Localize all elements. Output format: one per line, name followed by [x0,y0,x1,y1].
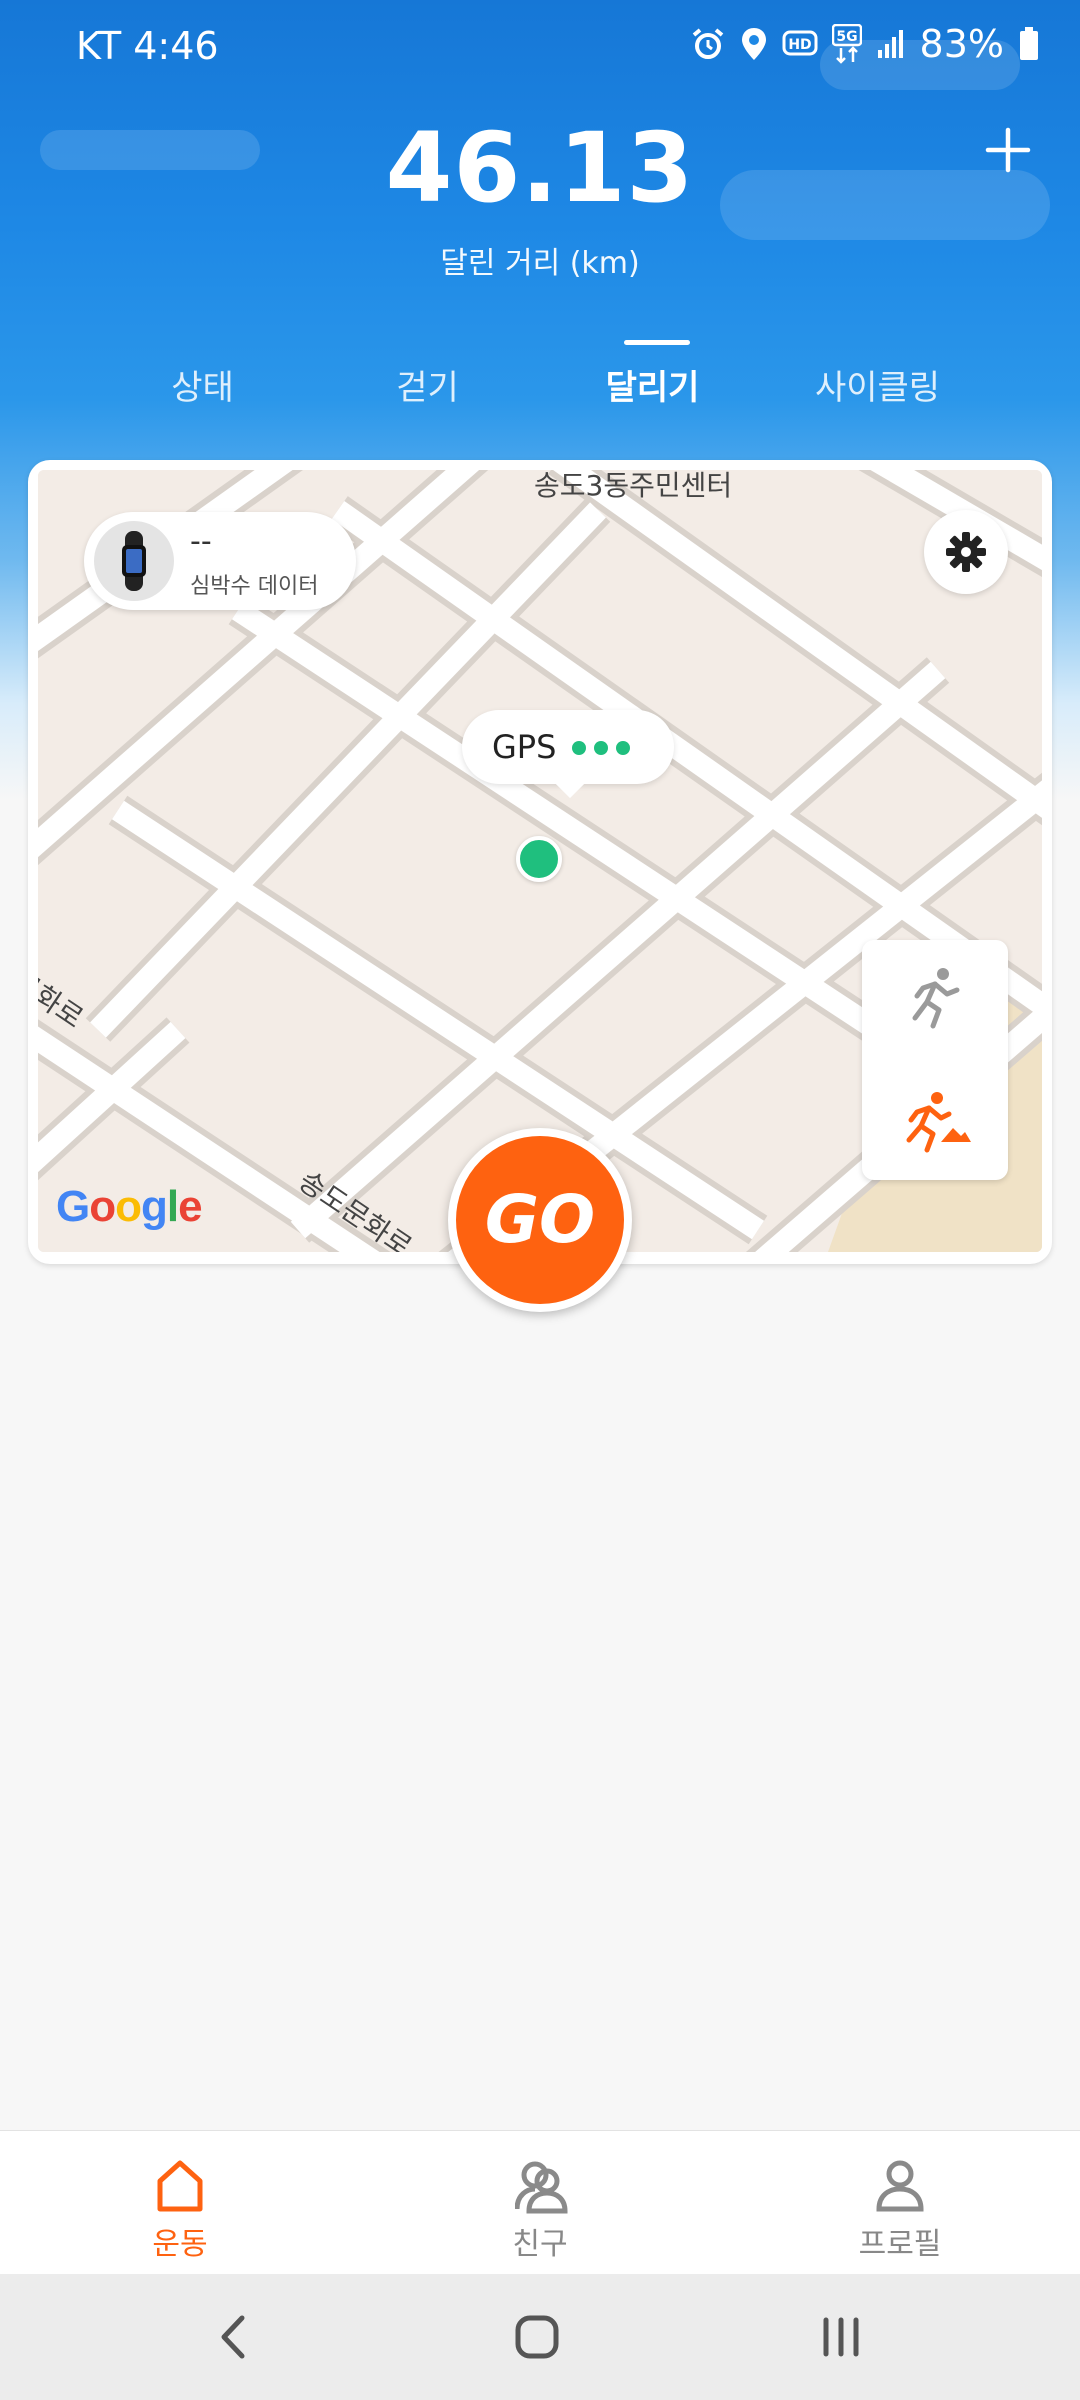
battery-icon [1020,27,1038,60]
gear-icon [946,532,986,572]
home-system-icon[interactable] [514,2314,560,2360]
nav-label-exercise: 운동 [152,2227,208,2262]
alarm-icon [692,28,723,59]
go-button[interactable]: GO [448,1128,632,1312]
distance-label: 달린 거리 (km) [440,246,640,281]
add-button[interactable] [970,112,1046,188]
carrier-time: KT 4:46 [76,24,219,68]
signal-icon [877,30,903,58]
gps-status-bubble: GPS [462,710,674,784]
back-icon[interactable] [218,2314,248,2360]
map-settings-button[interactable] [924,510,1008,594]
google-attribution: Google [56,1182,203,1231]
plus-icon [985,127,1031,173]
distance-value: 46.13 [385,112,695,224]
nav-item-exercise[interactable]: 운동 [0,2131,360,2275]
trail-running-icon[interactable] [905,1090,971,1154]
status-bar: KT 4:46 HD 5G 83% [0,0,1080,96]
svg-text:HD: HD [788,37,811,53]
gps-signal-dots [572,741,630,755]
nav-item-profile[interactable]: 프로필 [720,2131,1080,2275]
tab-status[interactable]: 상태 [90,330,315,420]
home-icon [157,2160,203,2212]
5g-icon: 5G [831,24,862,64]
hd-icon: HD [782,30,818,56]
tab-walking[interactable]: 걷기 [315,330,540,420]
tab-running[interactable]: 달리기 [540,330,765,420]
nav-label-profile: 프로필 [858,2227,942,2262]
heart-rate-widget[interactable]: -- 심박수 데이터 [84,512,356,610]
running-icon[interactable] [905,966,965,1030]
street-label-community-center: 송도3동주민센터 [534,470,733,502]
profile-icon [876,2160,924,2212]
bottom-navigation: 운동 친구 프로필 [0,2130,1080,2274]
watch-icon [94,521,174,601]
activity-tabs: 상태 걷기 달리기 사이클링 [90,330,990,420]
tab-cycling[interactable]: 사이클링 [765,330,990,420]
status-icons: HD 5G 83% [690,22,1040,66]
svg-text:5G: 5G [836,29,857,45]
location-icon [741,28,766,60]
current-location-dot [516,836,562,882]
nav-label-friends: 친구 [512,2227,568,2262]
recent-apps-icon[interactable] [818,2314,864,2360]
heart-rate-value: -- [190,524,212,559]
activity-mode-panel [862,940,1008,1180]
system-navigation-bar [0,2274,1080,2400]
battery-percent: 83% [919,22,1004,66]
friends-icon [515,2161,568,2214]
heart-rate-label: 심박수 데이터 [190,574,319,599]
nav-item-friends[interactable]: 친구 [360,2131,720,2275]
gps-label: GPS [492,728,557,766]
